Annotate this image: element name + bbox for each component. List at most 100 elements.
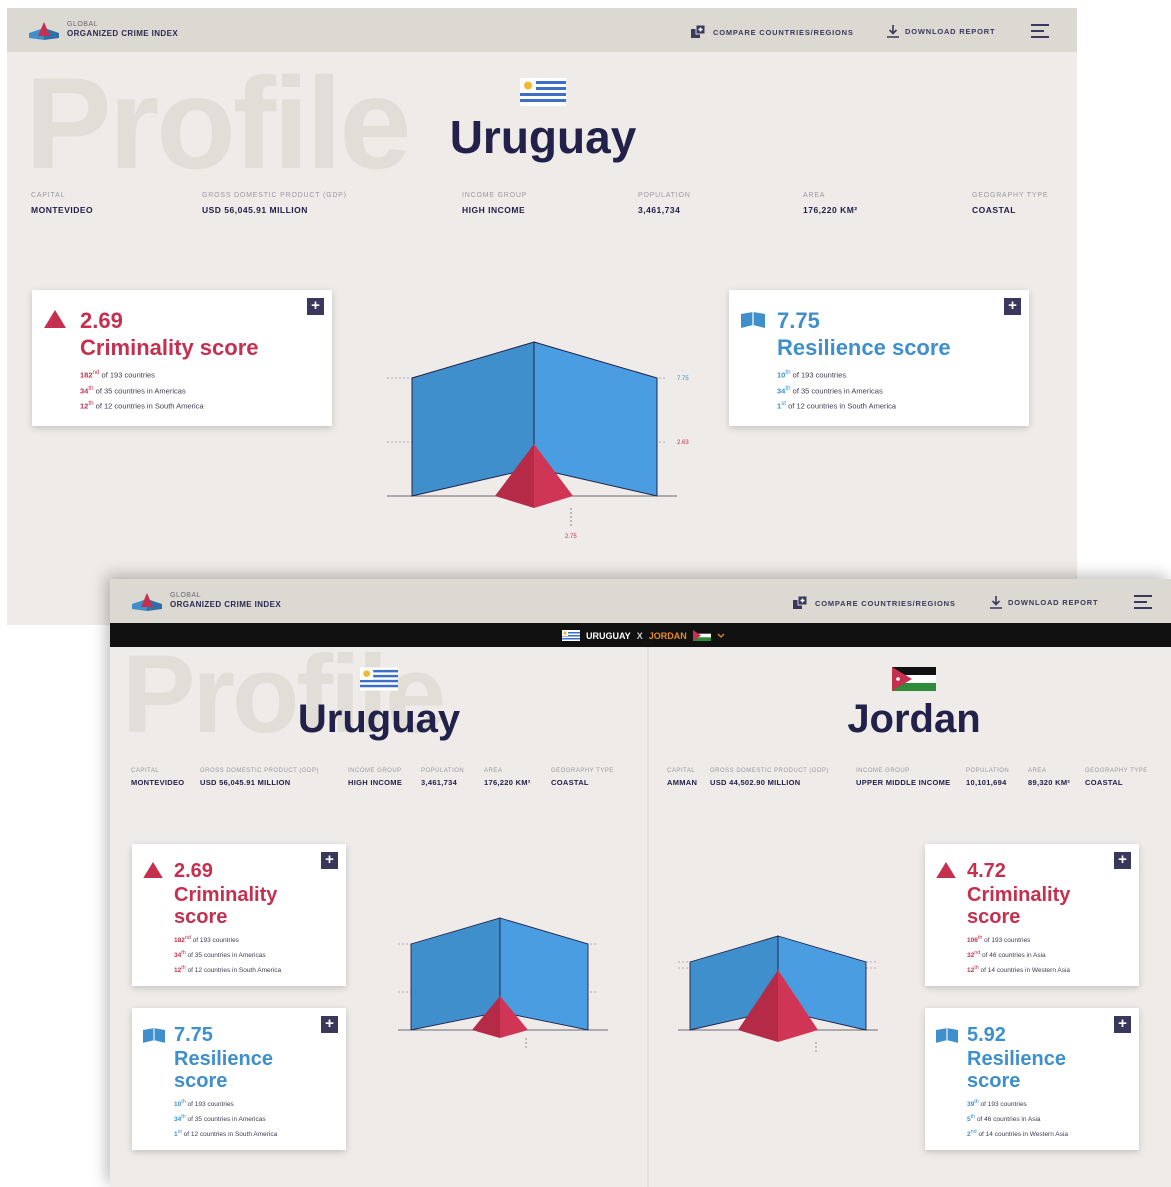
profile-page-uruguay: GLOBAL ORGANIZED CRIME INDEX COMPARE COU… bbox=[7, 8, 1077, 625]
compare-page-uruguay-jordan: GLOBAL ORGANIZED CRIME INDEX COMPARE COU… bbox=[110, 579, 1171, 1187]
stat-label: AREA bbox=[1028, 768, 1047, 774]
resilience-score-value: 7.75 bbox=[174, 1024, 213, 1046]
score-3d-chart: 7.75 2.63 2.75 bbox=[387, 341, 689, 540]
stat-area: AREA 89,320 KM² bbox=[1028, 768, 1070, 787]
jordan-flag-icon bbox=[892, 667, 936, 691]
country-name-jordan: Jordan bbox=[847, 697, 981, 741]
criminality-score-value: 4.72 bbox=[967, 860, 1006, 882]
compare-countries-link[interactable]: COMPARE COUNTRIES/REGIONS bbox=[793, 596, 956, 610]
stat-value: COASTAL bbox=[551, 778, 589, 787]
criminality-score-title: Criminality score bbox=[174, 884, 278, 928]
stat-value: 89,320 KM² bbox=[1028, 778, 1071, 787]
stat-label: GEOGRAPHY TYPE bbox=[972, 192, 1049, 199]
uruguay-flag-icon bbox=[562, 630, 580, 641]
gocindex-logo-icon[interactable] bbox=[132, 591, 162, 613]
stat-label: GEOGRAPHY TYPE bbox=[1085, 768, 1148, 774]
rank-line: 39th of 193 countries bbox=[967, 1099, 1027, 1109]
resilience-score-card-uruguay[interactable]: + 7.75 Resilience score 10th of 193 count… bbox=[132, 1008, 346, 1150]
brand-name[interactable]: GLOBAL ORGANIZED CRIME INDEX bbox=[67, 20, 178, 38]
criminality-score-value: 2.69 bbox=[80, 308, 123, 333]
stat-label: POPULATION bbox=[638, 192, 691, 199]
stat-label: GROSS DOMESTIC PRODUCT (GDP) bbox=[200, 768, 319, 774]
stat-value: HIGH INCOME bbox=[462, 205, 526, 215]
download-label: DOWNLOAD REPORT bbox=[1008, 598, 1099, 607]
compare-country-b: JORDAN bbox=[648, 630, 687, 641]
criminality-score-title: Criminality score bbox=[967, 884, 1071, 928]
country-name-uruguay: Uruguay bbox=[297, 697, 461, 741]
comparison-selector[interactable]: URUGUAY X JORDAN bbox=[562, 630, 725, 641]
stat-label: AREA bbox=[803, 192, 826, 199]
stat-value: HIGH INCOME bbox=[348, 778, 403, 787]
download-report-link[interactable]: DOWNLOAD REPORT bbox=[990, 596, 1098, 609]
hamburger-menu-icon[interactable] bbox=[1031, 24, 1049, 38]
stat-value: 176,220 KM² bbox=[484, 778, 531, 787]
download-icon bbox=[887, 25, 899, 38]
compare-label: COMPARE COUNTRIES/REGIONS bbox=[713, 27, 854, 37]
download-report-link[interactable]: DOWNLOAD REPORT bbox=[887, 25, 995, 38]
resilience-score-title: Resilience score bbox=[174, 1048, 273, 1092]
download-icon bbox=[990, 596, 1002, 609]
criminality-score-title: Criminality score bbox=[80, 335, 259, 360]
resilience-score-card-jordan[interactable]: + 5.92 Resilience score 39th of 193 count… bbox=[925, 1008, 1139, 1150]
gocindex-logo-icon[interactable] bbox=[29, 20, 59, 42]
uruguay-flag-icon bbox=[520, 78, 566, 106]
resilience-chart-label: 7.75 bbox=[677, 376, 689, 382]
compare-separator: X bbox=[636, 630, 643, 641]
expand-plus-icon[interactable]: + bbox=[1114, 1016, 1131, 1033]
column-divider bbox=[647, 647, 649, 1187]
stat-income-group: INCOME GROUP HIGH INCOME bbox=[462, 192, 527, 215]
expand-plus-icon[interactable]: + bbox=[1004, 298, 1021, 315]
criminality-score-value: 2.69 bbox=[174, 860, 213, 882]
resilience-book-icon bbox=[143, 1028, 165, 1043]
jordan-flag-icon bbox=[692, 630, 711, 641]
expand-plus-icon[interactable]: + bbox=[321, 1016, 338, 1033]
stat-value: 3,461,734 bbox=[421, 778, 458, 787]
brand-line1: GLOBAL bbox=[67, 21, 99, 28]
stat-capital: CAPITAL MONTEVIDEO bbox=[131, 768, 184, 787]
rank-line: 34th of 35 countries in Americas bbox=[174, 950, 266, 960]
rank-line: 12th of 12 countries in South America bbox=[80, 400, 204, 411]
expand-plus-icon[interactable]: + bbox=[1114, 852, 1131, 869]
expand-plus-icon[interactable]: + bbox=[321, 852, 338, 869]
stat-geography-type: GEOGRAPHY TYPE COASTAL bbox=[551, 768, 614, 787]
uruguay-flag-icon bbox=[360, 667, 398, 691]
stat-area: AREA 176,220 KM² bbox=[803, 192, 858, 215]
resilience-score-value: 5.92 bbox=[967, 1024, 1006, 1046]
criminality-score-card-jordan[interactable]: + 4.72 Criminality score 106th of 193 cou… bbox=[925, 844, 1139, 986]
chevron-down-icon[interactable] bbox=[717, 633, 725, 639]
compare-countries-link[interactable]: COMPARE COUNTRIES/REGIONS bbox=[691, 25, 854, 39]
criminality-score-card-uruguay[interactable]: + 2.69 Criminality score 182nd of 193 cou… bbox=[132, 844, 346, 986]
stat-population: POPULATION 10,101,694 bbox=[966, 768, 1009, 787]
stat-value: USD 56,045.91 MILLION bbox=[200, 778, 291, 787]
stat-population: POPULATION 3,461,734 bbox=[638, 192, 691, 215]
compare-icon bbox=[691, 25, 705, 38]
rank-line: 34th of 35 countries in Americas bbox=[80, 384, 186, 396]
resilience-ranks: 10th of 193 countries 34th of 35 countri… bbox=[174, 1096, 277, 1141]
resilience-score-value: 7.75 bbox=[777, 308, 820, 333]
resilience-score-card[interactable]: + 7.75 Resilience score 10th of 193 coun… bbox=[729, 290, 1029, 426]
expand-plus-icon[interactable]: + bbox=[307, 298, 324, 315]
stat-value: UPPER MIDDLE INCOME bbox=[856, 778, 951, 787]
criminality-pyramid-icon bbox=[936, 862, 956, 878]
rank-line: 1st of 12 countries in South America bbox=[174, 1129, 278, 1139]
stat-label: GEOGRAPHY TYPE bbox=[551, 768, 614, 774]
criminality-score-card[interactable]: + 2.69 Criminality score 182nd of 193 co… bbox=[32, 290, 332, 426]
stat-capital: CAPITAL MONTEVIDEO bbox=[31, 192, 93, 215]
resilience-ranks: 39th of 193 countries 5th of 46 countrie… bbox=[967, 1096, 1068, 1141]
rank-line: 12th of 14 countries in Western Asia bbox=[967, 965, 1071, 975]
criminality-ranks: 182nd of 193 countries 34th of 35 countr… bbox=[80, 366, 204, 413]
stat-geography-type: GEOGRAPHY TYPE COASTAL bbox=[1085, 768, 1148, 787]
criminality-chart-label: 2.63 bbox=[677, 440, 689, 446]
resilience-ranks: 10th of 193 countries 34th of 35 countri… bbox=[777, 366, 896, 413]
compare-icon bbox=[793, 596, 807, 609]
stat-label: POPULATION bbox=[421, 768, 465, 774]
stat-label: INCOME GROUP bbox=[856, 768, 910, 774]
hamburger-menu-icon[interactable] bbox=[1134, 595, 1152, 609]
criminality-pyramid-icon bbox=[143, 862, 163, 878]
stat-income-group: INCOME GROUP HIGH INCOME bbox=[348, 768, 402, 787]
brand-line1: GLOBAL bbox=[170, 592, 202, 599]
rank-line: 34th of 35 countries in Americas bbox=[777, 384, 883, 396]
stat-label: POPULATION bbox=[966, 768, 1010, 774]
stat-value: COASTAL bbox=[1085, 778, 1123, 787]
brand-name[interactable]: GLOBAL ORGANIZED CRIME INDEX bbox=[170, 591, 281, 609]
